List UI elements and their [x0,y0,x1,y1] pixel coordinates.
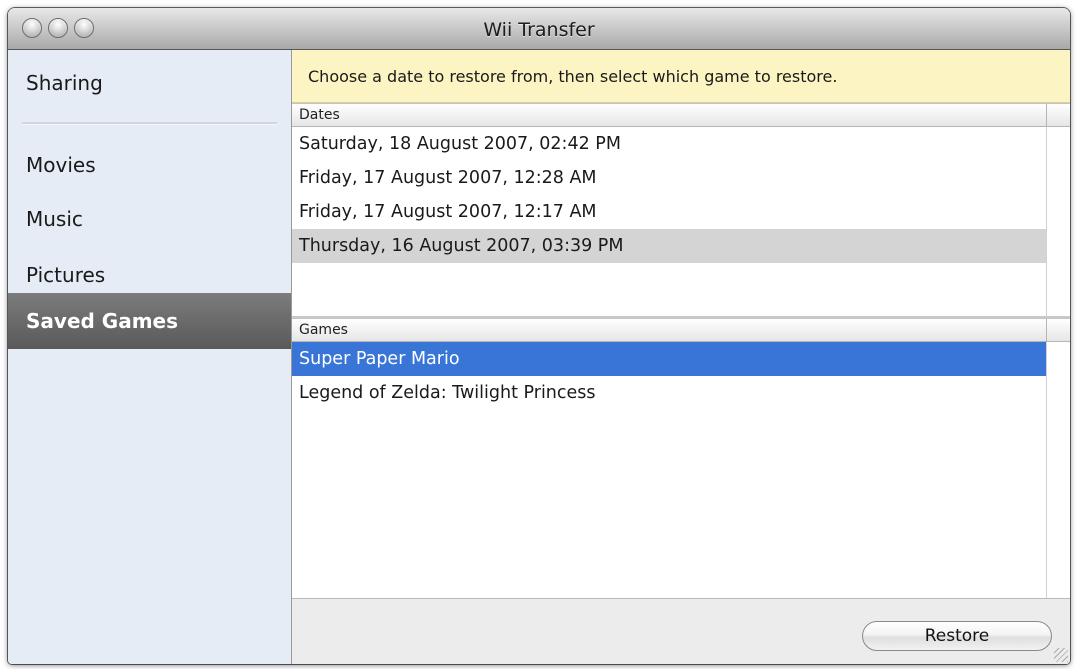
games-column-header[interactable]: Games [292,318,1070,342]
header-corner [1046,104,1070,127]
instruction-banner: Choose a date to restore from, then sele… [292,50,1070,103]
main-content: Choose a date to restore from, then sele… [292,50,1070,664]
dates-header-label: Dates [299,107,340,123]
sidebar-item-movies[interactable]: Movies [8,138,291,192]
date-row-selected[interactable]: Thursday, 16 August 2007, 03:39 PM [292,229,1046,263]
header-corner [1046,319,1070,342]
games-header-label: Games [299,322,348,338]
sidebar-item-music[interactable]: Music [8,192,291,246]
footer-bar: Restore [292,598,1070,664]
date-row[interactable]: Friday, 17 August 2007, 12:28 AM [292,161,1046,195]
date-row[interactable]: Friday, 17 August 2007, 12:17 AM [292,195,1046,229]
resize-grip-icon[interactable] [1054,648,1068,662]
date-row[interactable]: Saturday, 18 August 2007, 02:42 PM [292,127,1046,161]
game-row-selected[interactable]: Super Paper Mario [292,342,1046,376]
games-scrollbar[interactable] [1046,342,1070,598]
sidebar: Sharing Movies Music Pictures Saved Game… [8,50,292,664]
sidebar-item-sharing[interactable]: Sharing [8,56,291,110]
game-row[interactable]: Legend of Zelda: Twilight Princess [292,376,1046,410]
games-table: Games Super Paper Mario Legend of Zelda:… [292,318,1070,598]
title-bar[interactable]: Wii Transfer [8,8,1070,50]
sidebar-item-saved-games[interactable]: Saved Games [8,293,291,349]
dates-table: Dates Saturday, 18 August 2007, 02:42 PM… [292,103,1070,318]
dates-column-header[interactable]: Dates [292,103,1070,127]
dates-scrollbar[interactable] [1046,127,1070,318]
sidebar-divider [22,122,277,125]
dates-list: Saturday, 18 August 2007, 02:42 PM Frida… [292,127,1046,263]
games-list: Super Paper Mario Legend of Zelda: Twili… [292,342,1046,410]
app-window: Wii Transfer Sharing Movies Music Pictur… [8,8,1070,664]
restore-button[interactable]: Restore [862,621,1052,651]
window-title: Wii Transfer [483,19,595,41]
